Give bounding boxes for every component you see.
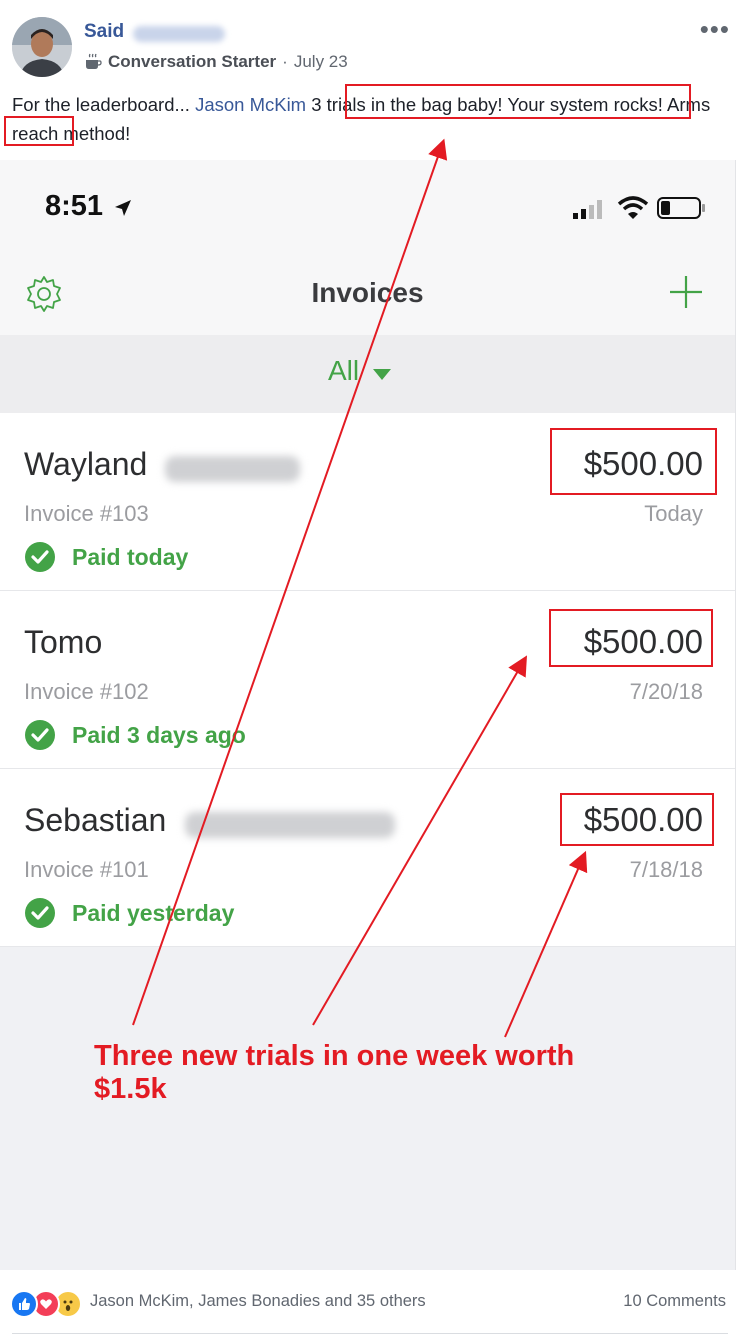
footer-divider <box>12 1333 728 1334</box>
annotation-text: Three new trials in one week worth $1.5k <box>94 1040 575 1105</box>
arrow-to-post-text <box>132 138 448 1026</box>
post-footer: Jason McKim, James Bonadies and 35 other… <box>0 1270 740 1340</box>
arrow-to-amount-2 <box>312 655 528 1026</box>
like-icon <box>10 1290 38 1318</box>
comments-count-link[interactable]: 10 Comments <box>623 1292 726 1311</box>
annotation-arrows <box>132 138 588 1038</box>
arrow-to-amount-3 <box>504 850 588 1038</box>
reactions-summary[interactable]: Jason McKim, James Bonadies and 35 other… <box>90 1292 426 1311</box>
reaction-icons[interactable] <box>10 1290 82 1318</box>
